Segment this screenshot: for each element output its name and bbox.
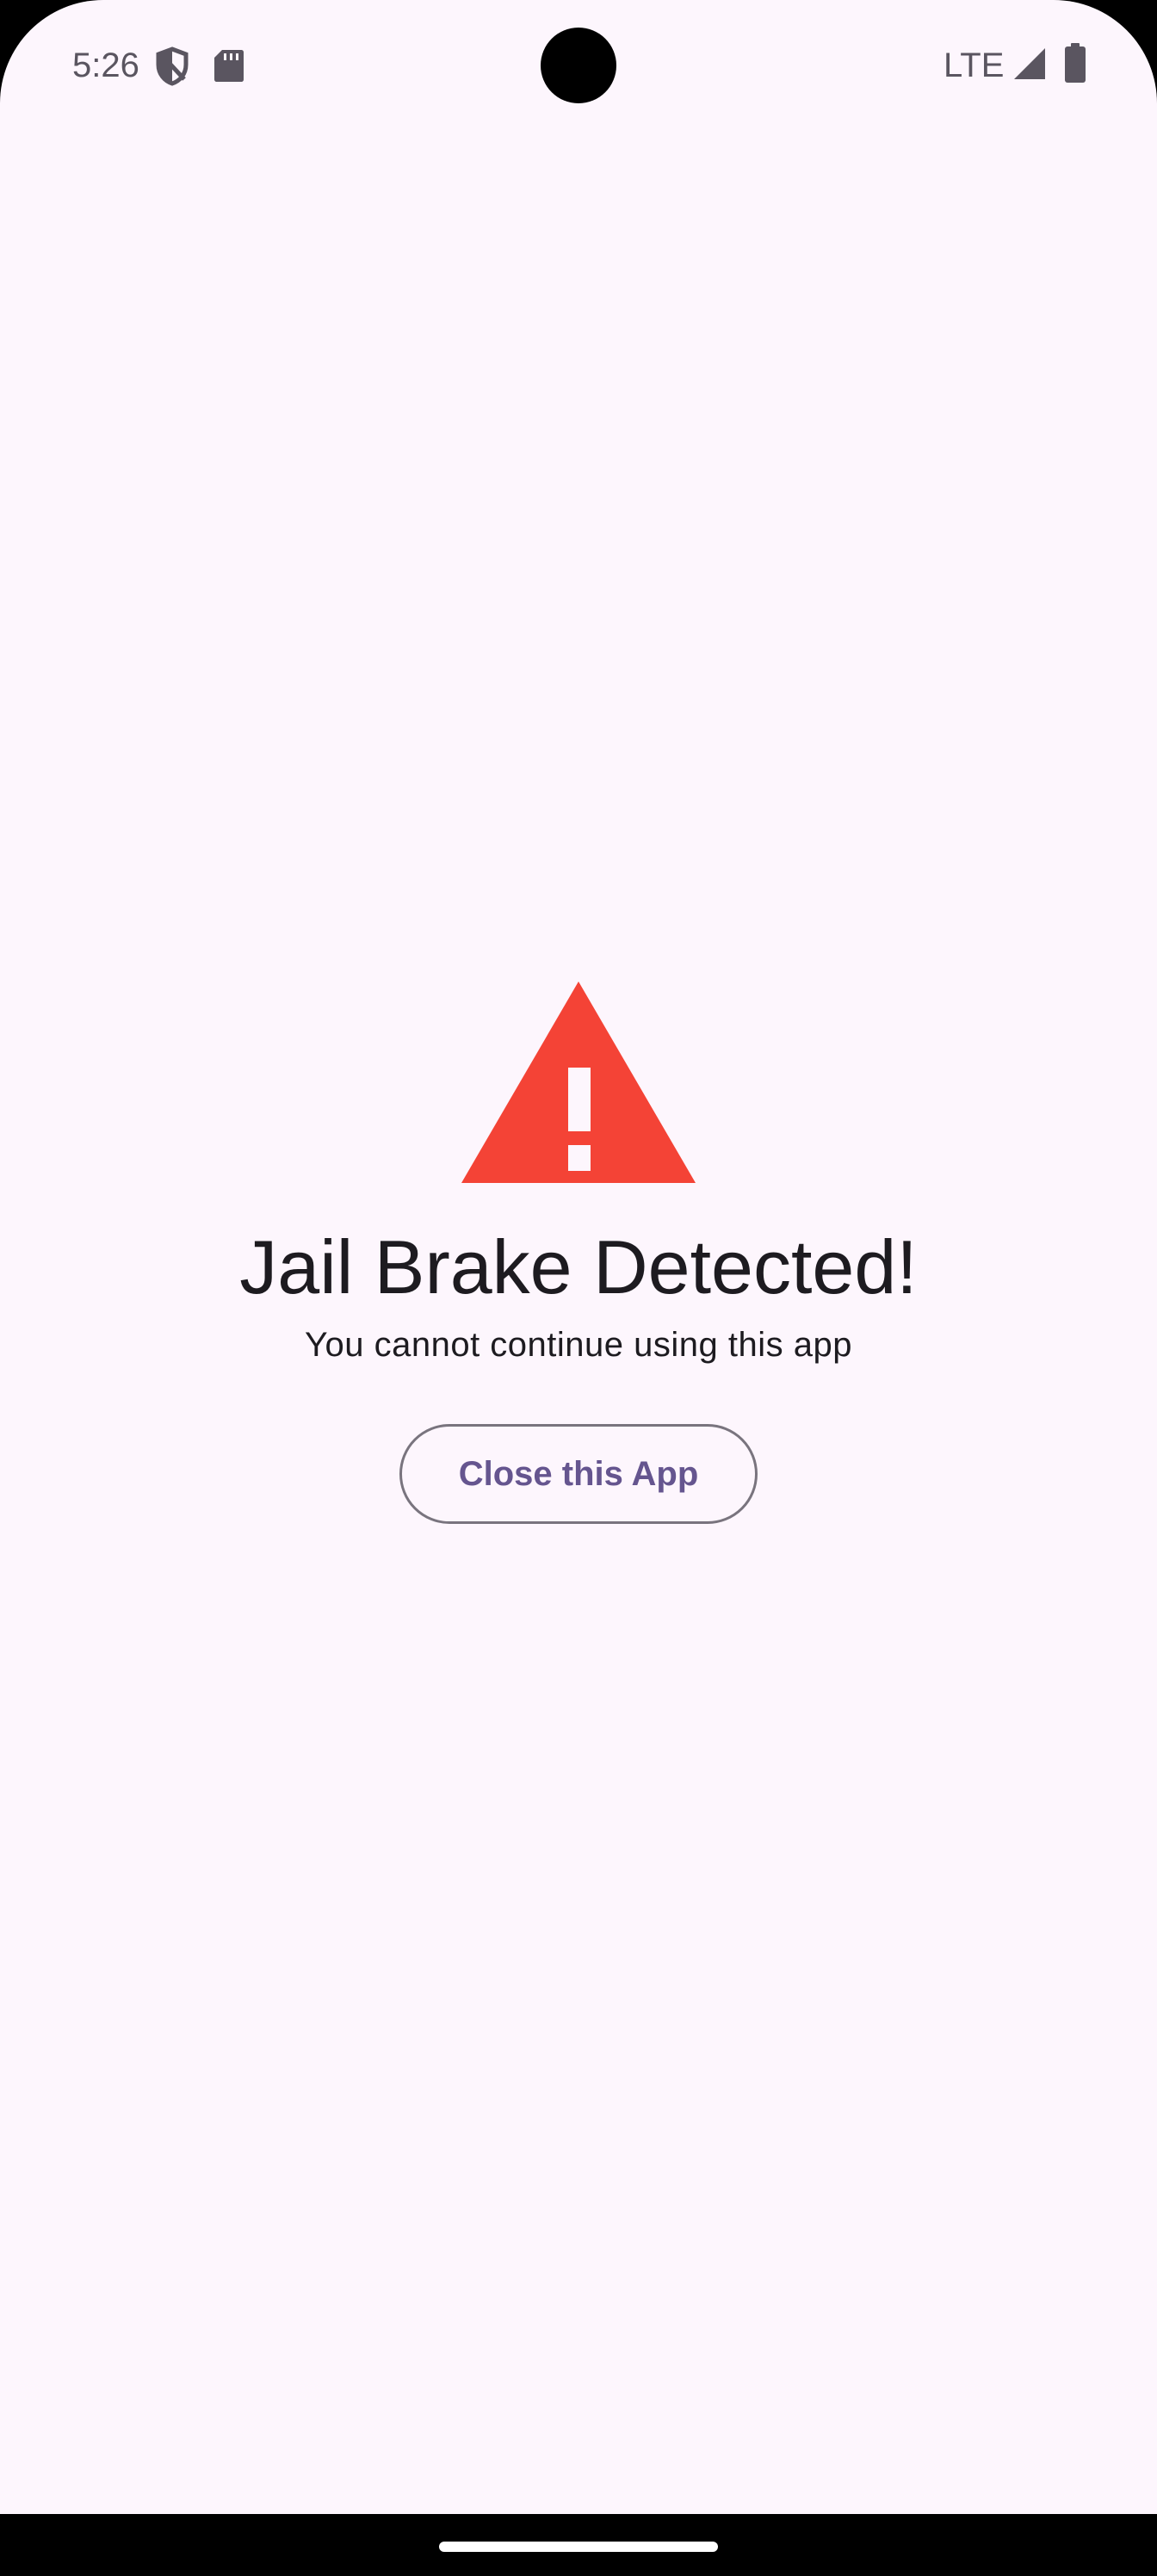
status-bar: 5:26 LTE bbox=[0, 0, 1157, 129]
close-app-button[interactable]: Close this App bbox=[399, 1424, 758, 1524]
warning-icon bbox=[461, 981, 696, 1183]
jailbreak-alert: Jail Brake Detected! You cannot continue… bbox=[0, 973, 1157, 1524]
network-type: LTE bbox=[944, 46, 1005, 84]
vpn-shield-icon bbox=[156, 46, 189, 86]
signal-icon bbox=[1014, 48, 1045, 79]
home-indicator[interactable] bbox=[439, 2542, 718, 2552]
camera-cutout bbox=[541, 28, 616, 103]
app-screen: 5:26 LTE Jail Brake Detected! You cannot… bbox=[0, 0, 1157, 2514]
battery-icon bbox=[1065, 43, 1086, 83]
sd-card-icon bbox=[214, 50, 244, 82]
alert-title: Jail Brake Detected! bbox=[239, 1224, 918, 1310]
status-time: 5:26 bbox=[72, 46, 139, 84]
alert-message: You cannot continue using this app bbox=[304, 1326, 852, 1364]
